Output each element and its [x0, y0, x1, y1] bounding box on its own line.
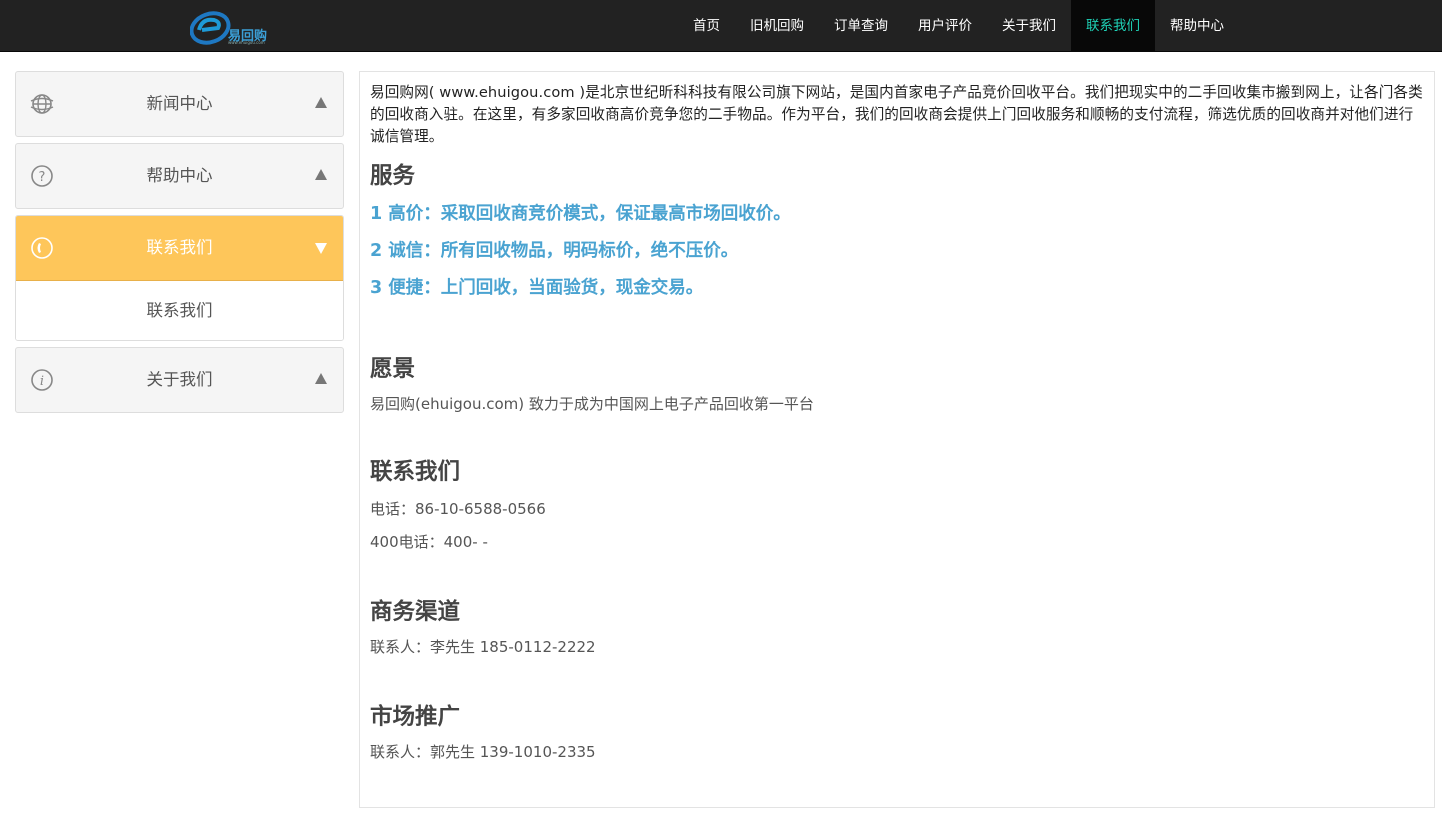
nav-item-order-query[interactable]: 订单查询: [819, 0, 903, 51]
top-navbar: 易回购 www.ehuigou.com 首页 旧机回购 订单查询 用户评价 关于…: [0, 0, 1442, 52]
service-item: 2 诚信：所有回收物品，明码标价，绝不压价。: [370, 241, 739, 261]
main-nav: 首页 旧机回购 订单查询 用户评价 关于我们 联系我们 帮助中心: [678, 0, 1239, 51]
sidebar-panel-title: 新闻中心: [146, 94, 213, 113]
sidebar-panel-news-header[interactable]: 新闻中心: [16, 72, 343, 136]
contact-phone: 电话：86-10-6588-0566: [370, 500, 546, 518]
service-item: 1 高价：采取回收商竞价模式，保证最高市场回收价。: [370, 204, 791, 224]
caret-up-icon: [315, 373, 327, 384]
main-content: 易回购网( www.ehuigou.com )是北京世纪昕科科技有限公司旗下网站…: [359, 71, 1435, 808]
sidebar-panel-title: 关于我们: [146, 370, 213, 389]
nav-item-reviews[interactable]: 用户评价: [903, 0, 987, 51]
business-heading: 商务渠道: [370, 599, 461, 625]
sidebar-panel-help-header[interactable]: ? 帮助中心: [16, 144, 343, 208]
site-logo[interactable]: 易回购 www.ehuigou.com: [190, 8, 280, 46]
caret-up-icon: [315, 97, 327, 108]
sidebar-panel-help: ? 帮助中心: [15, 143, 344, 209]
nav-item-about[interactable]: 关于我们: [987, 0, 1071, 51]
vision-heading: 愿景: [370, 356, 416, 382]
sidebar-panel-title: 联系我们: [146, 238, 213, 257]
nav-item-trade-in[interactable]: 旧机回购: [735, 0, 819, 51]
sidebar-subitem-contact[interactable]: 联系我们: [16, 281, 343, 340]
contact-heading: 联系我们: [370, 459, 461, 485]
sidebar-panel-about: i 关于我们: [15, 347, 344, 413]
marketing-contact: 联系人：郭先生 139-1010-2335: [370, 743, 596, 761]
business-contact: 联系人：李先生 185-0112-2222: [370, 638, 596, 656]
sidebar-panel-news: 新闻中心: [15, 71, 344, 137]
caret-down-icon: [315, 243, 327, 254]
caret-up-icon: [315, 169, 327, 180]
sidebar-accordion: 新闻中心 ? 帮助中心 联系我们 联系我们 i 关于我们: [15, 71, 344, 419]
sidebar-panel-about-header[interactable]: i 关于我们: [16, 348, 343, 412]
marketing-heading: 市场推广: [370, 704, 461, 730]
sidebar-panel-contact-header[interactable]: 联系我们: [16, 216, 343, 281]
services-heading: 服务: [370, 163, 416, 189]
nav-item-home[interactable]: 首页: [678, 0, 735, 51]
sidebar-panel-title: 帮助中心: [146, 166, 213, 185]
nav-item-help[interactable]: 帮助中心: [1155, 0, 1239, 51]
nav-item-contact[interactable]: 联系我们: [1071, 0, 1155, 51]
sidebar-panel-contact: 联系我们 联系我们: [15, 215, 344, 341]
vision-text: 易回购(ehuigou.com) 致力于成为中国网上电子产品回收第一平台: [370, 395, 814, 413]
intro-paragraph: 易回购网( www.ehuigou.com )是北京世纪昕科科技有限公司旗下网站…: [370, 84, 1423, 145]
contact-phone-400: 400电话：400- -: [370, 533, 488, 551]
service-item: 3 便捷：上门回收，当面验货，现金交易。: [370, 278, 704, 298]
logo-subtext: www.ehuigou.com: [228, 40, 265, 45]
